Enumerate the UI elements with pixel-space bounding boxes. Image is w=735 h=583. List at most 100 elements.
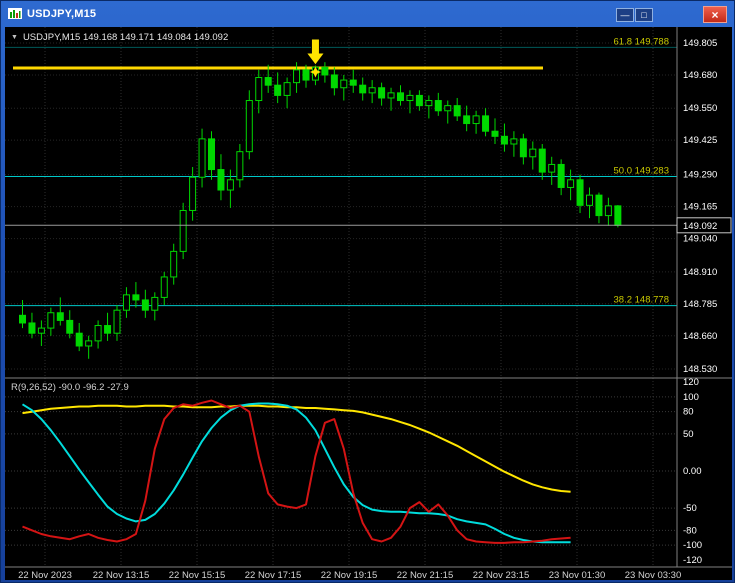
indicator-tick-label: 50 (683, 429, 694, 440)
indicator-tick-label: 0.00 (683, 466, 702, 477)
ohlc-readout-text: USDJPY,M15 149.168 149.171 149.084 149.0… (22, 32, 229, 43)
time-tick-label: 22 Nov 17:15 (245, 570, 302, 580)
candle-body (264, 77, 272, 86)
indicator-tick-label: 120 (683, 377, 699, 388)
candle-body (482, 115, 490, 132)
indicator-tick-label: -50 (683, 503, 697, 514)
candle-body (198, 138, 206, 178)
window-title: USDJPY,M15 (27, 7, 97, 20)
indicator-tick-label: -80 (683, 525, 697, 536)
time-scale[interactable]: 22 Nov 2023 22 Nov 13:15 22 Nov 15:15 22 No… (18, 570, 681, 580)
candle-body (586, 194, 593, 206)
candle-body (444, 105, 452, 112)
indicator-tick-label: -100 (683, 540, 702, 551)
candle-body (415, 94, 423, 107)
price-tick-label: 149.550 (683, 103, 717, 114)
candle-body (113, 309, 121, 334)
price-tick-label: 149.040 (683, 234, 717, 245)
fib-label: 61.8 149.788 (614, 36, 669, 47)
candle-body (75, 332, 83, 347)
candle-body (132, 294, 140, 301)
chart-canvas[interactable]: 149.805 149.680 149.550 149.425 149.290 149.1… (5, 27, 732, 580)
price-tick-label: 148.660 (683, 331, 717, 342)
candle-body (349, 79, 357, 86)
candle-body (397, 92, 404, 102)
candle-body (604, 205, 612, 217)
candle-body (104, 325, 112, 334)
price-tick-label: 148.785 (683, 299, 717, 310)
chart-window-icon (8, 8, 22, 19)
candle-body (283, 82, 291, 96)
price-tick-label: 148.910 (683, 267, 717, 278)
time-tick-label: 23 Nov 01:30 (549, 570, 606, 580)
candle-body (453, 105, 461, 117)
indicator-tick-label: 80 (683, 407, 694, 418)
price-tick-label: 149.165 (683, 202, 717, 213)
candle-body (56, 312, 64, 321)
candle-body (378, 87, 386, 99)
restore-button[interactable]: □ (635, 8, 653, 22)
indicator-tick-label: 100 (683, 392, 699, 403)
candle-body (321, 66, 329, 76)
candle-body (510, 138, 518, 145)
time-tick-label: 22 Nov 19:15 (321, 570, 378, 580)
candle-body (500, 135, 508, 145)
candle-body (538, 148, 546, 173)
candle-body (208, 138, 215, 171)
titlebar[interactable]: USDJPY,M15 — □ × (4, 3, 731, 24)
candle-body (226, 179, 234, 191)
candle-body (472, 115, 480, 125)
candle-body (94, 325, 102, 342)
candle-body (491, 130, 499, 137)
candle-body (47, 312, 55, 329)
time-tick-label: 22 Nov 13:15 (93, 570, 150, 580)
candle-body (330, 74, 338, 89)
candle-body (406, 94, 414, 102)
candle-body (179, 209, 187, 252)
indicator-tick-label: -120 (683, 555, 702, 566)
candle-body (217, 169, 225, 191)
candle-body (19, 314, 26, 324)
chart-area: 149.805 149.680 149.550 149.425 149.290 149.1… (5, 27, 732, 580)
current-price-label: 149.092 (683, 221, 717, 232)
candle-body (245, 100, 253, 153)
fib-label: 50.0 149.283 (614, 165, 669, 176)
candle-body (425, 100, 433, 107)
candle-body (595, 194, 603, 217)
candle-body (170, 250, 178, 278)
candle-body (28, 322, 36, 334)
candle-body (274, 84, 282, 96)
candle-body (368, 87, 376, 94)
candle-body (519, 138, 527, 158)
time-tick-label: 22 Nov 21:15 (397, 570, 454, 580)
close-button[interactable]: × (703, 6, 727, 23)
time-tick-label: 22 Nov 15:15 (169, 570, 226, 580)
candle-body (293, 69, 301, 84)
price-tick-label: 148.530 (683, 364, 717, 375)
time-tick-label: 22 Nov 23:15 (473, 570, 530, 580)
candle-body (340, 79, 348, 89)
candle-body (557, 163, 565, 188)
time-tick-label: 22 Nov 2023 (18, 570, 72, 580)
candle-body (85, 340, 93, 347)
candle-body (141, 299, 149, 311)
candle-body (236, 151, 244, 181)
fib-label: 38.2 148.778 (614, 295, 669, 306)
minimize-button[interactable]: — (616, 8, 634, 22)
candle-body (359, 84, 367, 94)
candle-body (614, 205, 622, 226)
chart-window: USDJPY,M15 — □ × 149.805 149.680 149.550 14… (0, 0, 735, 583)
price-tick-label: 149.805 (683, 38, 717, 49)
price-tick-label: 149.290 (683, 170, 717, 181)
candle-body (255, 77, 263, 102)
candle-body (576, 179, 584, 206)
candle-body (463, 115, 471, 125)
candle-body (66, 319, 74, 334)
price-tick-label: 149.425 (683, 135, 717, 146)
candle-body (434, 100, 442, 112)
time-tick-label: 23 Nov 03:30 (625, 570, 682, 580)
candle-body (151, 296, 159, 311)
ohlc-readout: ▼ USDJPY,M15 149.168 149.171 149.084 149… (11, 32, 228, 43)
indicator-readout: R(9,26,52) -90.0 -96.2 -27.9 (11, 382, 129, 393)
candle-body (302, 69, 310, 81)
